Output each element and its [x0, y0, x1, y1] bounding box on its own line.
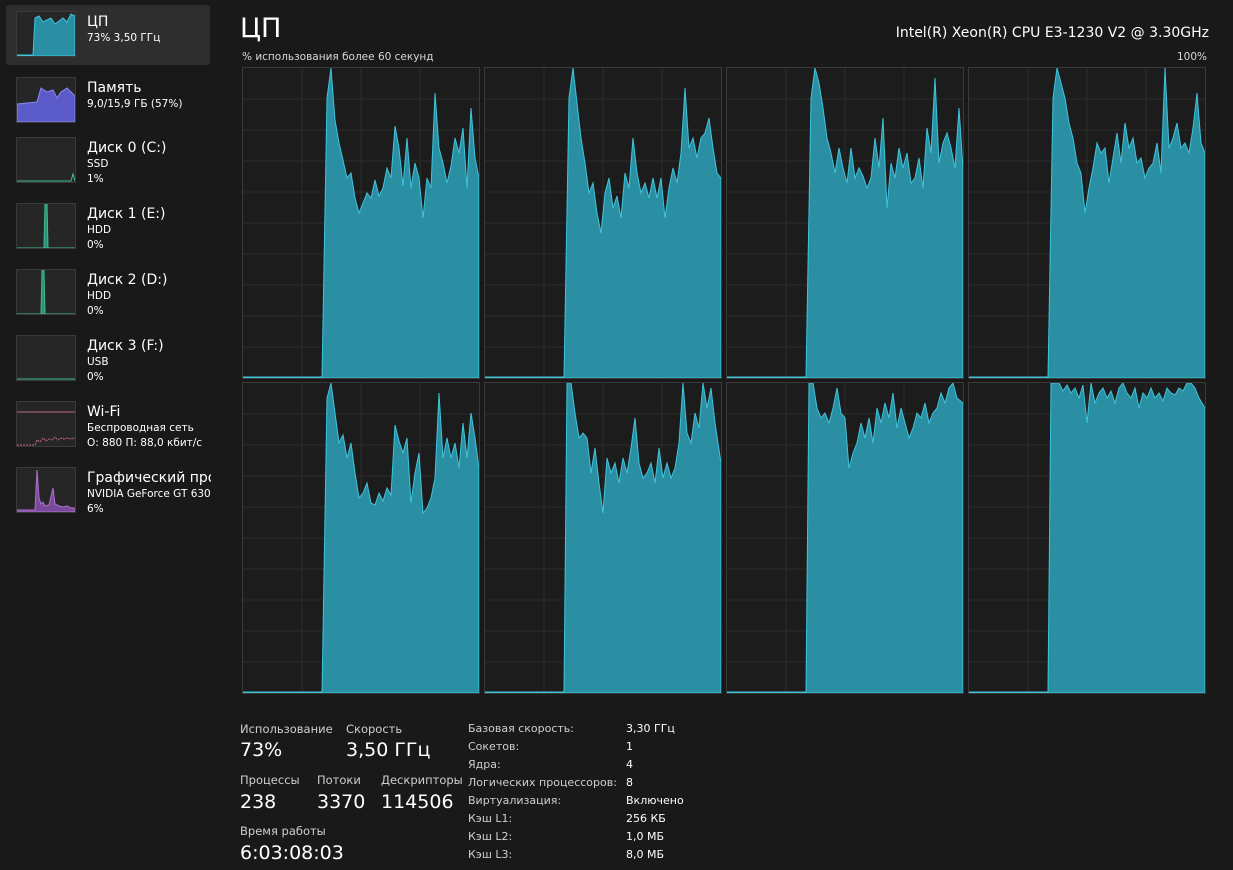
sidebar-item-usage: 1%	[87, 173, 104, 185]
sidebar-item-subtitle: SSD	[87, 158, 109, 170]
cpu-thumbnail-graph	[16, 11, 76, 57]
cores-label: Ядра:	[468, 758, 501, 771]
logical-processor-graph-7	[968, 382, 1206, 694]
sidebar-item-wifi[interactable]: Wi-Fi Беспроводная сеть О: 880 П: 88,0 к…	[6, 395, 210, 455]
sidebar-item-title: Диск 1 (E:)	[87, 206, 166, 222]
sidebar-item-usage: 0%	[87, 305, 104, 317]
base-speed-label: Базовая скорость:	[468, 722, 574, 735]
sockets-value: 1	[626, 740, 633, 753]
l3-cache-label: Кэш L3:	[468, 848, 513, 861]
wifi-thumbnail-graph	[16, 401, 76, 447]
sidebar-item-title: Диск 2 (D:)	[87, 272, 168, 288]
sidebar-item-disk-3[interactable]: Диск 3 (F:) USB 0%	[6, 329, 210, 389]
disk-1-thumbnail-graph	[16, 203, 76, 249]
cpu-model-name: Intel(R) Xeon(R) CPU E3-1230 V2 @ 3.30GH…	[895, 25, 1209, 41]
l1-cache-value: 256 КБ	[626, 812, 666, 825]
sidebar-item-gpu[interactable]: Графический про NVIDIA GeForce GT 630 6%	[6, 461, 211, 521]
sidebar-item-title: Графический про	[87, 470, 211, 486]
sidebar-item-cpu[interactable]: ЦП 73% 3,50 ГГц	[6, 5, 210, 65]
virtualization-value: Включено	[626, 794, 684, 807]
sidebar-item-disk-1[interactable]: Диск 1 (E:) HDD 0%	[6, 197, 210, 257]
l2-cache-value: 1,0 МБ	[626, 830, 665, 843]
logical-processor-graph-3	[968, 67, 1206, 379]
sidebar-item-title: Память	[87, 80, 142, 96]
logical-processor-graph-0	[242, 67, 480, 379]
threads-label: Потоки	[317, 773, 361, 787]
handles-value: 114506	[381, 791, 454, 813]
sidebar-item-subtitle: HDD	[87, 224, 112, 236]
processes-label: Процессы	[240, 773, 300, 787]
logical-processor-graph-1	[484, 67, 722, 379]
sidebar-item-title: Диск 3 (F:)	[87, 338, 164, 354]
handles-label: Дескрипторы	[381, 773, 463, 787]
usage-label: Использование	[240, 722, 333, 736]
sidebar-item-subtitle: USB	[87, 356, 109, 368]
sidebar: ЦП 73% 3,50 ГГц Память 9,0/15,9 ГБ (57%)…	[0, 0, 218, 870]
logical-processor-graph-4	[242, 382, 480, 694]
disk-0-thumbnail-graph	[16, 137, 76, 183]
memory-thumbnail-graph	[16, 77, 76, 123]
sidebar-item-disk-0[interactable]: Диск 0 (C:) SSD 1%	[6, 131, 210, 191]
threads-value: 3370	[317, 791, 366, 813]
sidebar-item-subtitle: HDD	[87, 290, 112, 302]
sidebar-item-throughput: О: 880 П: 88,0 кбит/с	[87, 437, 203, 449]
l3-cache-value: 8,0 МБ	[626, 848, 665, 861]
cores-value: 4	[626, 758, 633, 771]
virtualization-label: Виртуализация:	[468, 794, 562, 807]
uptime-value: 6:03:08:03	[240, 842, 344, 864]
uptime-label: Время работы	[240, 824, 326, 838]
page-title: ЦП	[240, 13, 282, 44]
l2-cache-label: Кэш L2:	[468, 830, 513, 843]
sidebar-item-subtitle: Беспроводная сеть	[87, 422, 194, 434]
sidebar-item-usage: 0%	[87, 239, 104, 251]
graph-max-label: 100%	[1176, 51, 1207, 63]
disk-2-thumbnail-graph	[16, 269, 76, 315]
sidebar-item-usage: 6%	[87, 503, 104, 515]
l1-cache-label: Кэш L1:	[468, 812, 513, 825]
logical-processor-graph-6	[726, 382, 964, 694]
logical-processor-graph-2	[726, 67, 964, 379]
sidebar-item-disk-2[interactable]: Диск 2 (D:) HDD 0%	[6, 263, 210, 323]
logical-processors-value: 8	[626, 776, 633, 789]
speed-label: Скорость	[346, 722, 403, 736]
logical-processors-label: Логических процессоров:	[468, 776, 617, 789]
sidebar-item-subtitle: NVIDIA GeForce GT 630	[87, 488, 211, 500]
sidebar-item-subtitle: 73% 3,50 ГГц	[87, 32, 161, 44]
speed-value: 3,50 ГГц	[346, 739, 431, 761]
logical-processor-graph-5	[484, 382, 722, 694]
sidebar-item-usage: 0%	[87, 371, 104, 383]
graph-caption: % использования более 60 секунд	[242, 51, 434, 63]
sidebar-item-memory[interactable]: Память 9,0/15,9 ГБ (57%)	[6, 71, 210, 131]
sidebar-item-title: Wi-Fi	[87, 404, 121, 420]
disk-3-thumbnail-graph	[16, 335, 76, 381]
base-speed-value: 3,30 ГГц	[626, 722, 675, 735]
sidebar-item-title: ЦП	[87, 14, 109, 30]
gpu-thumbnail-graph	[16, 467, 76, 513]
processes-value: 238	[240, 791, 277, 813]
usage-value: 73%	[240, 739, 283, 761]
sockets-label: Сокетов:	[468, 740, 520, 753]
sidebar-item-subtitle: 9,0/15,9 ГБ (57%)	[87, 98, 183, 110]
sidebar-item-title: Диск 0 (C:)	[87, 140, 167, 156]
